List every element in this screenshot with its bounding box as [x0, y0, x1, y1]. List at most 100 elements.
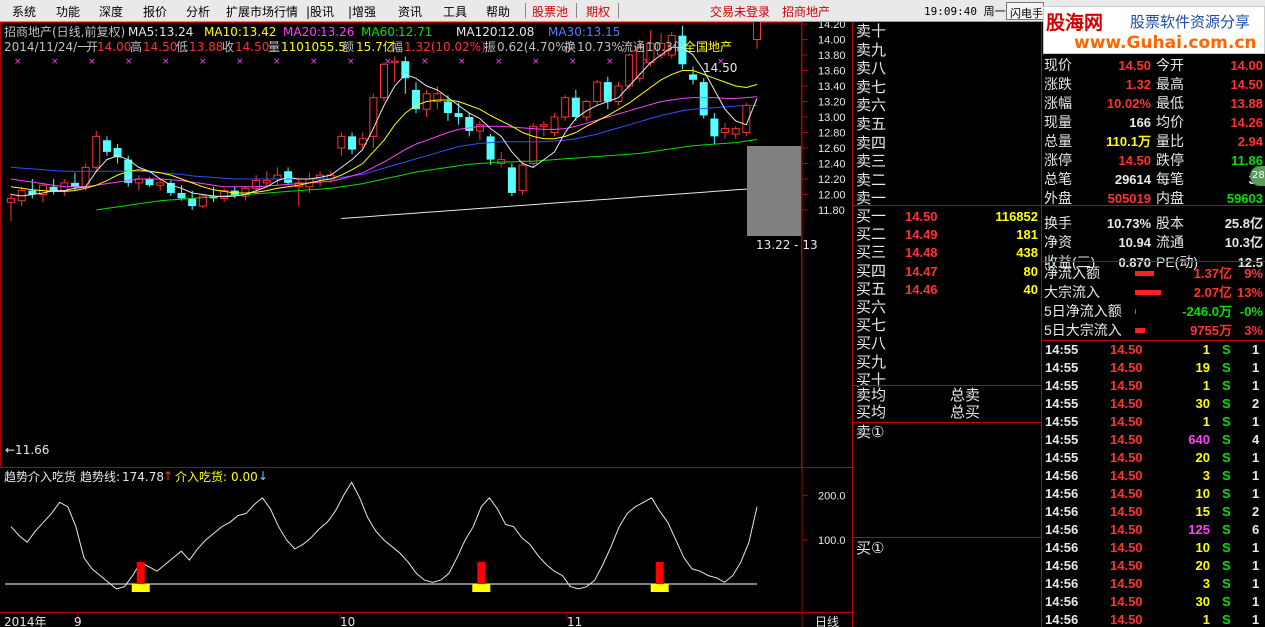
ma120-label: MA120:	[456, 25, 502, 39]
open-value: 14.00	[97, 40, 132, 54]
tick-time: 14:55	[1045, 360, 1079, 375]
clock: 19:09:40 周一	[924, 5, 1006, 18]
badge-28[interactable]: 28	[1250, 166, 1265, 186]
menu-info[interactable]: 资讯	[398, 3, 422, 20]
candle-body	[443, 101, 452, 114]
menu-ext-market[interactable]: 扩展市场行情	[226, 3, 298, 20]
event-marker: ×	[125, 57, 133, 67]
price-tick-label: 11.80	[818, 205, 845, 217]
price-tick-label: 14.00	[818, 35, 846, 47]
menu-depth[interactable]: 深度	[99, 3, 123, 20]
tick-price: 14.50	[1110, 486, 1143, 501]
tick-count: 1	[1252, 360, 1260, 375]
tick-count: 1	[1252, 414, 1260, 429]
buy-level-label: 买五	[856, 279, 887, 298]
quote-value: 29614	[1114, 172, 1151, 188]
menu-quote[interactable]: 报价	[143, 3, 167, 20]
quote-label: 今开	[1156, 57, 1184, 73]
close-label: 收	[222, 40, 235, 54]
tick-volume: 3	[1202, 576, 1210, 591]
candle-body	[348, 136, 357, 150]
tick-volume: 20	[1195, 450, 1210, 465]
menu-enhance[interactable]: |增强	[348, 3, 376, 20]
buy-queue-label: 买①	[856, 539, 885, 557]
date-tick: 11	[567, 615, 583, 627]
tick-volume: 19	[1195, 360, 1210, 375]
candle-body	[721, 128, 730, 133]
tick-side: S	[1222, 378, 1231, 393]
tick-count: 2	[1252, 396, 1260, 411]
quote-value: 14.50	[1118, 58, 1151, 73]
avg-sell-label: 卖均	[856, 386, 887, 404]
tick-count: 1	[1252, 558, 1260, 573]
tick-count: 1	[1252, 468, 1260, 483]
tick-time: 14:55	[1045, 378, 1079, 393]
tick-time: 14:56	[1045, 522, 1079, 537]
price-tick-label: 12.80	[818, 128, 846, 140]
orderbook-divider	[853, 205, 1041, 206]
candle-body	[145, 179, 154, 186]
indicator-name: 趋势介入吃货	[4, 470, 77, 484]
period-label[interactable]: 日线	[815, 615, 839, 627]
quote-value: 14.50	[1230, 77, 1263, 93]
candle-body	[369, 97, 378, 137]
event-marker: ×	[569, 57, 577, 67]
flow-value: -246.0万	[1182, 304, 1232, 319]
menu-stock-news[interactable]: |股讯	[306, 3, 334, 20]
quote-label: 涨跌	[1044, 76, 1072, 93]
menu-trade-login[interactable]: 交易未登录	[710, 3, 770, 20]
quote-divider	[1042, 261, 1265, 262]
ma20-value: 13.26	[320, 25, 355, 39]
candle-body	[358, 138, 367, 145]
event-marker: ×	[273, 57, 281, 67]
tick-time: 14:55	[1045, 396, 1079, 411]
tick-time: 14:56	[1045, 468, 1079, 483]
buy-signal-label: 介入吃货:	[175, 470, 228, 484]
quote-value: 10.73%	[1106, 216, 1151, 232]
amount-label: 额	[342, 40, 355, 54]
event-marker: ×	[421, 57, 429, 67]
quote-value: 14.50	[1118, 153, 1151, 169]
tick-volume: 640	[1188, 432, 1210, 447]
ma120-line	[341, 187, 758, 219]
candle-body	[561, 97, 570, 118]
logo-name: 股海网	[1046, 12, 1104, 34]
tick-side: S	[1222, 576, 1231, 591]
candle-body	[625, 54, 634, 87]
flash-trader-button[interactable]: 闪电手	[1006, 2, 1044, 20]
menu-tools[interactable]: 工具	[443, 3, 467, 20]
flow-bar	[1135, 271, 1154, 276]
event-marker: ×	[236, 57, 244, 67]
ma-tag-label: 13.22 - 13	[756, 238, 818, 252]
quote-label: 最高	[1156, 76, 1184, 93]
menu-options[interactable]: 期权	[586, 3, 610, 20]
total-sell-label: 总卖	[950, 386, 981, 404]
menu-help[interactable]: 帮助	[486, 3, 510, 20]
tick-volume: 3	[1202, 468, 1210, 483]
ma10-label: MA10:	[204, 25, 242, 39]
event-marker: ×	[347, 57, 355, 67]
flow-percent: 3%	[1244, 323, 1263, 338]
buy-level-label: 买八	[856, 334, 887, 353]
menu-stock-name[interactable]: 招商地产	[782, 3, 830, 20]
buy-level-label: 买九	[856, 352, 887, 371]
menu-analysis[interactable]: 分析	[186, 3, 210, 20]
kline-chart[interactable]: 14.6014.4014.2014.0013.8013.6013.4013.20…	[0, 22, 852, 627]
quote-value: 0.870	[1118, 254, 1151, 270]
candle-body	[731, 128, 740, 135]
candle-body	[102, 140, 111, 152]
tick-time: 14:55	[1045, 414, 1079, 429]
menu-function[interactable]: 功能	[56, 3, 80, 20]
candle-body	[518, 164, 527, 192]
flow-percent: 9%	[1244, 266, 1263, 281]
menu-stock-pool[interactable]: 股票池	[532, 3, 568, 20]
buy-signal-base	[472, 584, 491, 592]
tick-price: 14.50	[1110, 378, 1143, 393]
candle-body	[177, 192, 186, 199]
date-tick: 2014年	[4, 615, 47, 627]
tick-price: 14.50	[1110, 432, 1143, 447]
logo-url: www.Guhai.com.cn	[1074, 33, 1257, 53]
flow-label: 5日大宗流入	[1044, 322, 1122, 338]
sell-level-label: 卖九	[856, 40, 887, 59]
menu-system[interactable]: 系统	[12, 3, 36, 20]
